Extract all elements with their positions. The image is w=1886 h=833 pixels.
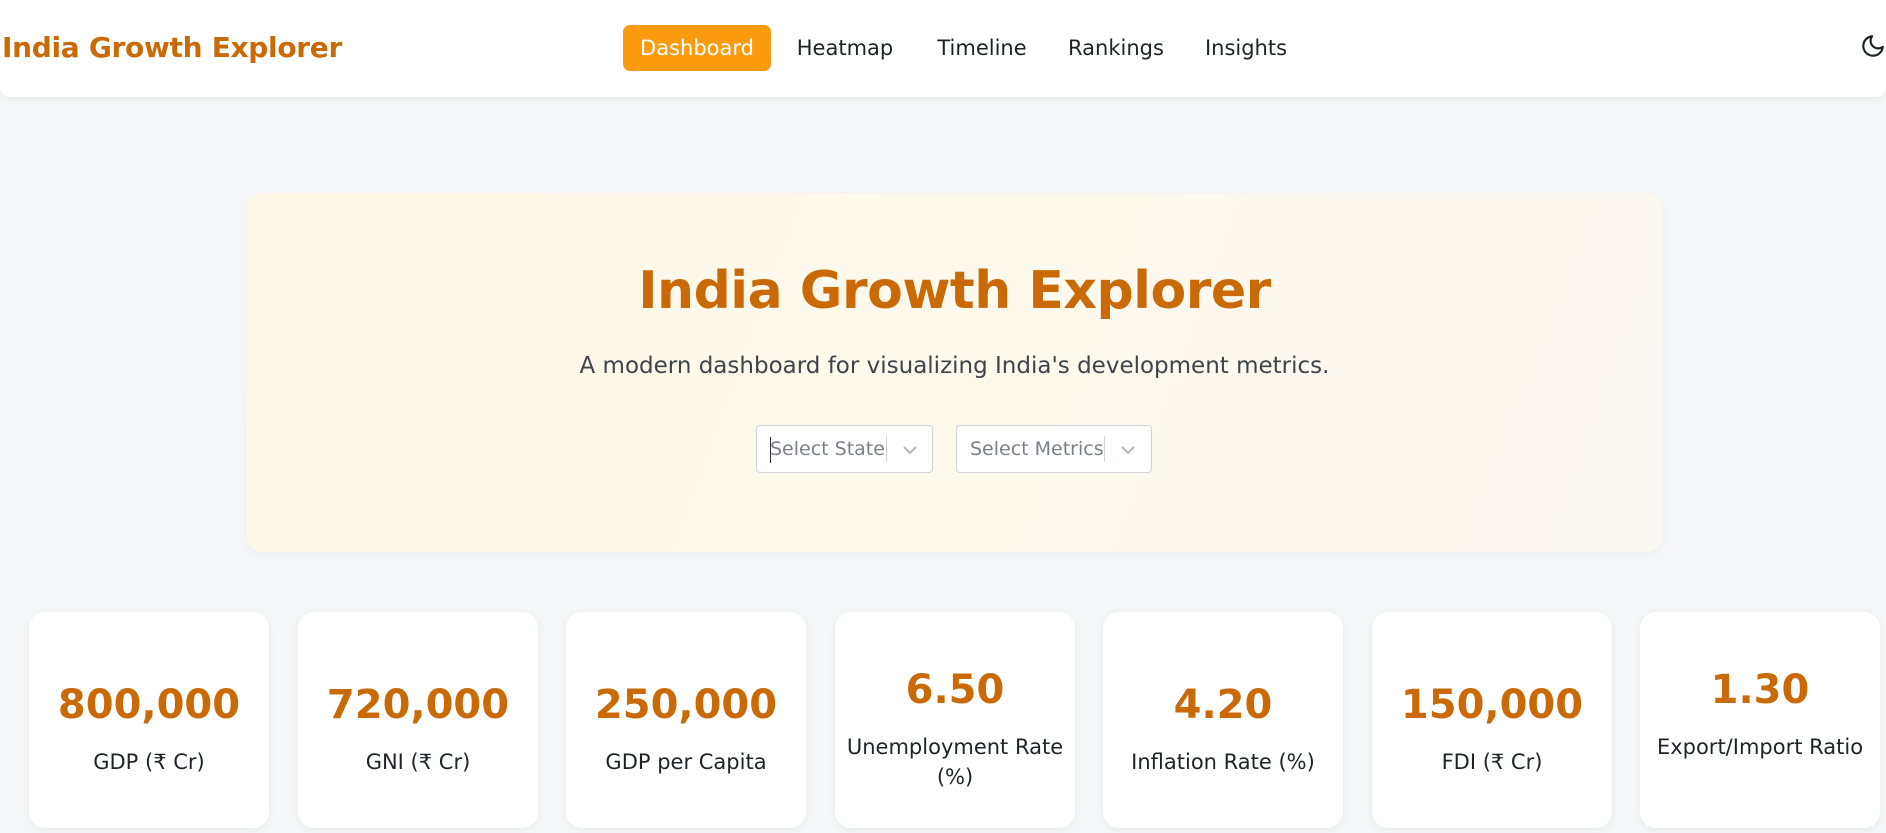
metric-value: 1.30 (1710, 667, 1810, 713)
metric-value: 250,000 (594, 682, 778, 728)
metrics-select[interactable]: Select Metrics (956, 425, 1152, 473)
hero-title: India Growth Explorer (638, 261, 1271, 321)
metric-card-unemployment: 6.50 Unemployment Rate (%) (835, 612, 1075, 828)
metric-label: Export/Import Ratio (1656, 735, 1864, 759)
moon-icon[interactable] (1860, 33, 1886, 65)
state-select-placeholder: Select State (770, 438, 885, 460)
metric-label: Inflation Rate (%) (1131, 750, 1315, 774)
metric-card-gdp-per-capita: 250,000 GDP per Capita (566, 612, 806, 828)
metric-card-export-import: 1.30 Export/Import Ratio (1640, 612, 1880, 828)
metric-label: Unemployment Rate (%) (846, 735, 1064, 789)
select-separator (1104, 436, 1105, 462)
nav-dashboard[interactable]: Dashboard (623, 25, 771, 71)
nav-insights[interactable]: Insights (1197, 25, 1295, 71)
nav-heatmap[interactable]: Heatmap (785, 25, 905, 71)
brand-title[interactable]: India Growth Explorer (2, 31, 342, 64)
metrics-select-placeholder: Select Metrics (970, 438, 1104, 460)
metric-card-fdi: 150,000 FDI (₹ Cr) (1372, 612, 1612, 828)
metric-card-inflation: 4.20 Inflation Rate (%) (1103, 612, 1343, 828)
metric-label: GNI (₹ Cr) (365, 750, 471, 774)
metric-card-gdp: 800,000 GDP (₹ Cr) (29, 612, 269, 828)
metric-value: 720,000 (326, 682, 510, 728)
chevron-down-icon[interactable] (900, 440, 920, 460)
select-separator (886, 436, 887, 462)
nav-rankings[interactable]: Rankings (1059, 25, 1173, 71)
metric-label: FDI (₹ Cr) (1441, 750, 1543, 774)
top-navbar: India Growth Explorer Dashboard Heatmap … (0, 0, 1886, 97)
chevron-down-icon[interactable] (1118, 440, 1138, 460)
hero-panel: India Growth Explorer A modern dashboard… (247, 193, 1662, 552)
metric-label: GDP (₹ Cr) (93, 750, 205, 774)
metric-value: 800,000 (57, 682, 241, 728)
state-select[interactable]: Select State (756, 425, 933, 473)
metric-card-gni: 720,000 GNI (₹ Cr) (298, 612, 538, 828)
hero-subtitle: A modern dashboard for visualizing India… (579, 353, 1330, 379)
nav-timeline[interactable]: Timeline (929, 25, 1035, 71)
metric-label: GDP per Capita (605, 750, 767, 774)
metric-value: 4.20 (1173, 682, 1273, 728)
metric-value: 6.50 (905, 667, 1005, 713)
metric-value: 150,000 (1400, 682, 1584, 728)
